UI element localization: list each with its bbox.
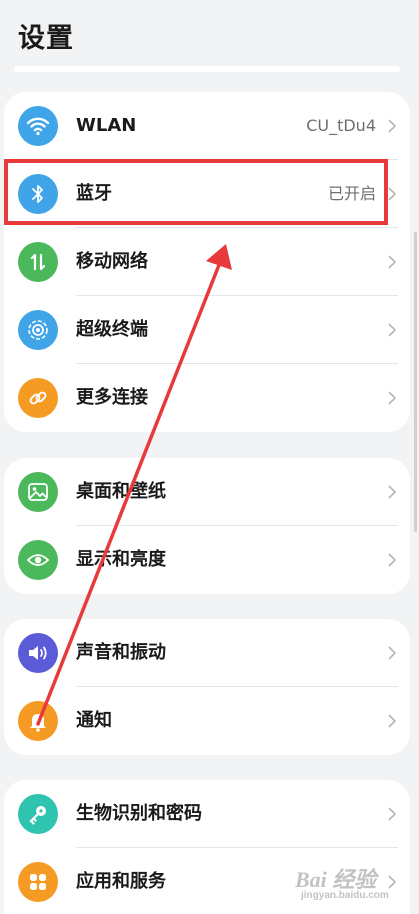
bluetooth-icon [18,174,58,214]
chevron-right-icon [388,391,396,405]
page-title: 设置 [18,23,74,54]
chevron-right-icon [388,553,396,567]
wlan-network-name: CU_tDu4 [306,116,376,135]
settings-item-wallpaper[interactable]: 桌面和壁纸 [4,458,410,526]
apps-services-label: 应用和服务 [76,871,166,892]
settings-item-mobile-network[interactable]: 移动网络 [4,228,410,296]
search-bar[interactable] [14,66,400,72]
speaker-icon [18,633,58,673]
sound-vibration-label: 声音和振动 [76,642,166,663]
mobile-data-icon [18,242,58,282]
settings-group-display: 桌面和壁纸 显示和亮度 [4,458,410,594]
settings-item-display-brightness[interactable]: 显示和亮度 [4,526,410,594]
settings-item-more-connections[interactable]: 更多连接 [4,364,410,432]
chevron-right-icon [388,119,396,133]
chevron-right-icon [388,807,396,821]
bell-icon [18,701,58,741]
super-device-icon [18,310,58,350]
chevron-right-icon [388,485,396,499]
bluetooth-status: 已开启 [327,184,376,203]
biometrics-password-label: 生物识别和密码 [76,803,202,824]
settings-item-biometrics-password[interactable]: 生物识别和密码 [4,780,410,848]
bluetooth-label: 蓝牙 [76,183,112,204]
super-device-label: 超级终端 [76,319,148,340]
chevron-right-icon [388,646,396,660]
settings-item-wlan[interactable]: WLAN CU_tDu4 [4,92,410,160]
settings-item-bluetooth[interactable]: 蓝牙 已开启 [4,160,410,228]
settings-item-sound-vibration[interactable]: 声音和振动 [4,619,410,687]
eye-icon [18,540,58,580]
link-icon [18,378,58,418]
mobile-network-label: 移动网络 [76,251,148,272]
settings-group-connections: WLAN CU_tDu4 蓝牙 已开启 移动网络 超级终端 更多连接 [4,92,410,432]
watermark-subtext: jingyan.baidu.com [301,890,389,901]
display-brightness-label: 显示和亮度 [76,549,166,570]
settings-group-sound: 声音和振动 通知 [4,619,410,755]
settings-item-super-device[interactable]: 超级终端 [4,296,410,364]
chevron-right-icon [388,714,396,728]
notifications-label: 通知 [76,710,112,731]
chevron-right-icon [388,255,396,269]
more-connections-label: 更多连接 [76,387,148,408]
wifi-icon [18,106,58,146]
wallpaper-label: 桌面和壁纸 [76,481,166,502]
settings-item-notifications[interactable]: 通知 [4,687,410,755]
scrollbar[interactable] [414,232,417,532]
apps-icon [18,862,58,902]
wlan-label: WLAN [76,115,137,136]
chevron-right-icon [388,187,396,201]
watermark-logo: Bai 经验 jingyan.baidu.com [295,856,405,904]
wallpaper-icon [18,472,58,512]
chevron-right-icon [388,323,396,337]
key-icon [18,794,58,834]
